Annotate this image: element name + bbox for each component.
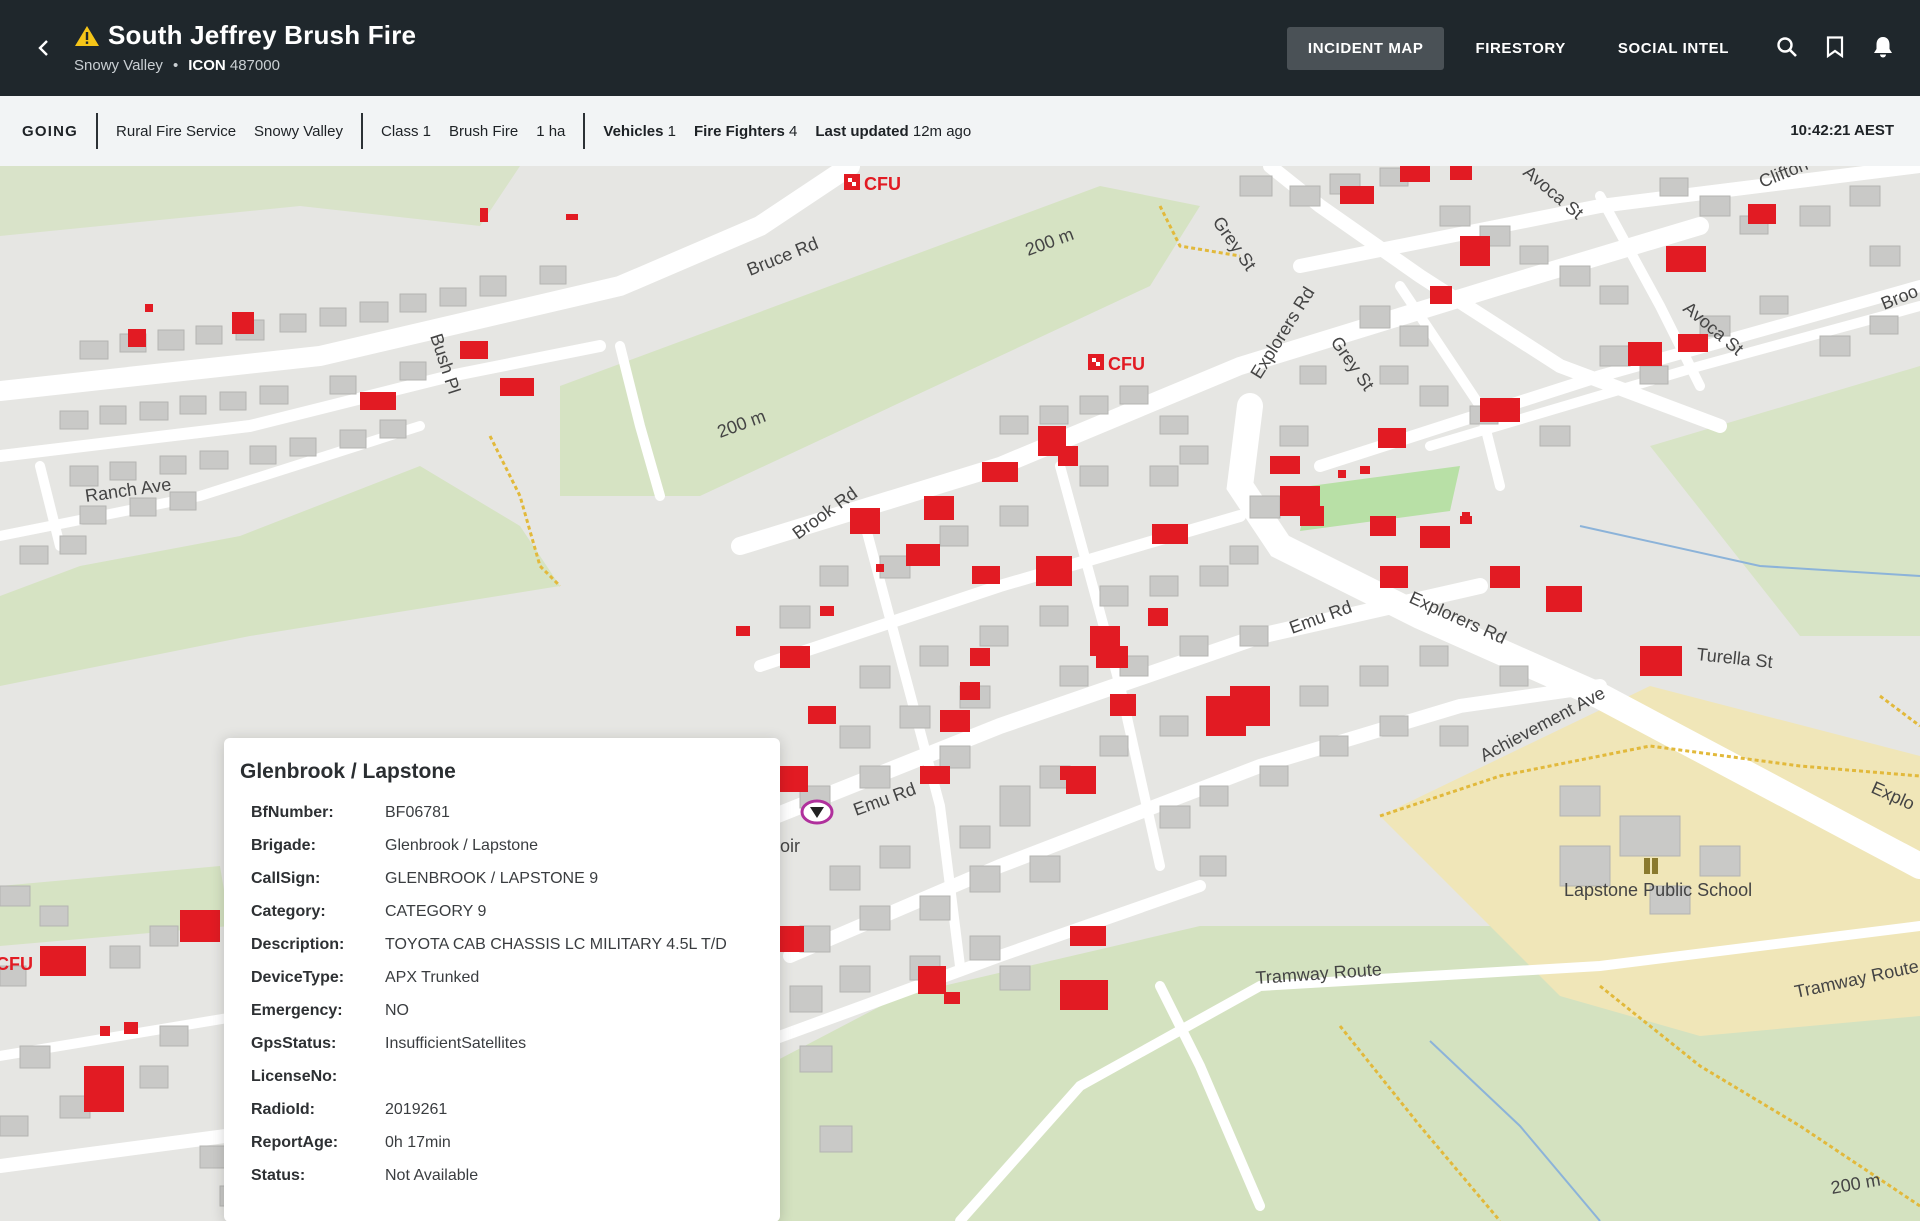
brigade: Glenbrook / Lapstone [385,836,538,854]
search-button[interactable] [1774,34,1800,60]
vehicle-info-popup: Glenbrook / Lapstone BfNumber: BF06781 Br… [224,738,780,1221]
current-time: 10:42:21 AEST [1790,122,1894,139]
detail-row: LicenseNo: [251,1067,338,1085]
status-going: GOING [22,122,79,140]
detail-row: DeviceType: APX Trunked [251,968,480,986]
fire-area: 1 ha [536,122,566,140]
detail-row: ReportAge: 0h 17min [251,1133,451,1151]
chevron-left-icon [38,40,48,56]
gps-status: InsufficientSatellites [385,1034,527,1052]
svg-text:CFU: CFU [1108,354,1145,374]
category: CATEGORY 9 [385,902,487,920]
svg-text:CFU: CFU [864,174,901,194]
bell-icon [1874,37,1892,58]
vehicle-status: Not Available [385,1166,479,1184]
last-updated: Last updated 12m ago [815,122,972,140]
radio-id: 2019261 [385,1100,448,1118]
main-nav: INCIDENT MAP FIRESTORY SOCIAL INTEL [1286,27,1750,70]
tab-firestory[interactable]: FIRESTORY [1454,27,1586,70]
incident-location: Snowy Valley [74,57,163,74]
detail-row: CallSign: GLENBROOK / LAPSTONE 9 [251,869,599,887]
tab-incident-map[interactable]: INCIDENT MAP [1286,27,1445,70]
bookmark-button[interactable] [1822,34,1848,60]
detail-row: BfNumber: BF06781 [251,803,450,821]
detail-row: Category: CATEGORY 9 [251,902,487,920]
detail-row: Status: Not Available [251,1166,479,1184]
firefighters-count: Fire Fighters 4 [693,122,798,140]
incident-status-bar: GOING Rural Fire Service Snowy Valley Cl… [0,96,1920,167]
icon-number: ICON 487000 [188,57,280,74]
separator-dot: • [172,57,179,74]
svg-text:Lapstone Public School: Lapstone Public School [1564,880,1752,900]
resources-group: Vehicles 1 Fire Fighters 4 Last updated … [583,113,989,149]
detail-row: Brigade: Glenbrook / Lapstone [251,836,538,854]
tab-social-intel[interactable]: SOCIAL INTEL [1597,27,1750,70]
popup-title: Glenbrook / Lapstone [240,760,456,783]
description: TOYOTA CAB CHASSIS LC MILITARY 4.5L T/D [385,935,727,953]
fire-type: Brush Fire [449,122,519,140]
agency-group: Rural Fire Service Snowy Valley [96,113,361,149]
detail-row: GpsStatus: InsufficientSatellites [251,1034,527,1052]
svg-text:oir: oir [780,836,800,856]
cfu-marker[interactable]: CFU [0,954,33,974]
region: Snowy Valley [254,122,343,140]
search-icon [1777,37,1797,57]
device-type: APX Trunked [385,968,480,986]
vehicles-count: Vehicles 1 [603,122,676,140]
top-bar: South Jeffrey Brush Fire Snowy Valley • … [0,0,1920,96]
agency: Rural Fire Service [116,122,237,140]
emergency: NO [385,1001,409,1019]
svg-text:CFU: CFU [0,954,33,974]
classification-group: Class 1 Brush Fire 1 ha [360,113,583,149]
detail-row: Description: TOYOTA CAB CHASSIS LC MILITA… [251,935,727,953]
detail-row: Emergency: NO [251,1001,409,1019]
popup-details: BfNumber: BF06781 Brigade: Glenbrook / Lap… [251,796,771,1192]
bf-number: BF06781 [385,803,450,821]
fire-class: Class 1 [380,122,432,140]
incident-map[interactable]: Bruce Rd Bush Pl Ranch Ave Brook Rd Grey… [0,166,1920,1221]
vehicle-marker[interactable] [800,799,834,825]
detail-row: RadioId: 2019261 [251,1100,448,1118]
call-sign: GLENBROOK / LAPSTONE 9 [385,869,599,887]
incident-title: South Jeffrey Brush Fire [108,20,417,50]
bookmark-icon [1826,36,1844,58]
back-button[interactable] [28,32,60,64]
incident-header: South Jeffrey Brush Fire Snowy Valley • … [74,20,416,74]
report-age: 0h 17min [385,1133,451,1151]
notifications-button[interactable] [1870,34,1896,60]
warning-icon [75,25,99,46]
